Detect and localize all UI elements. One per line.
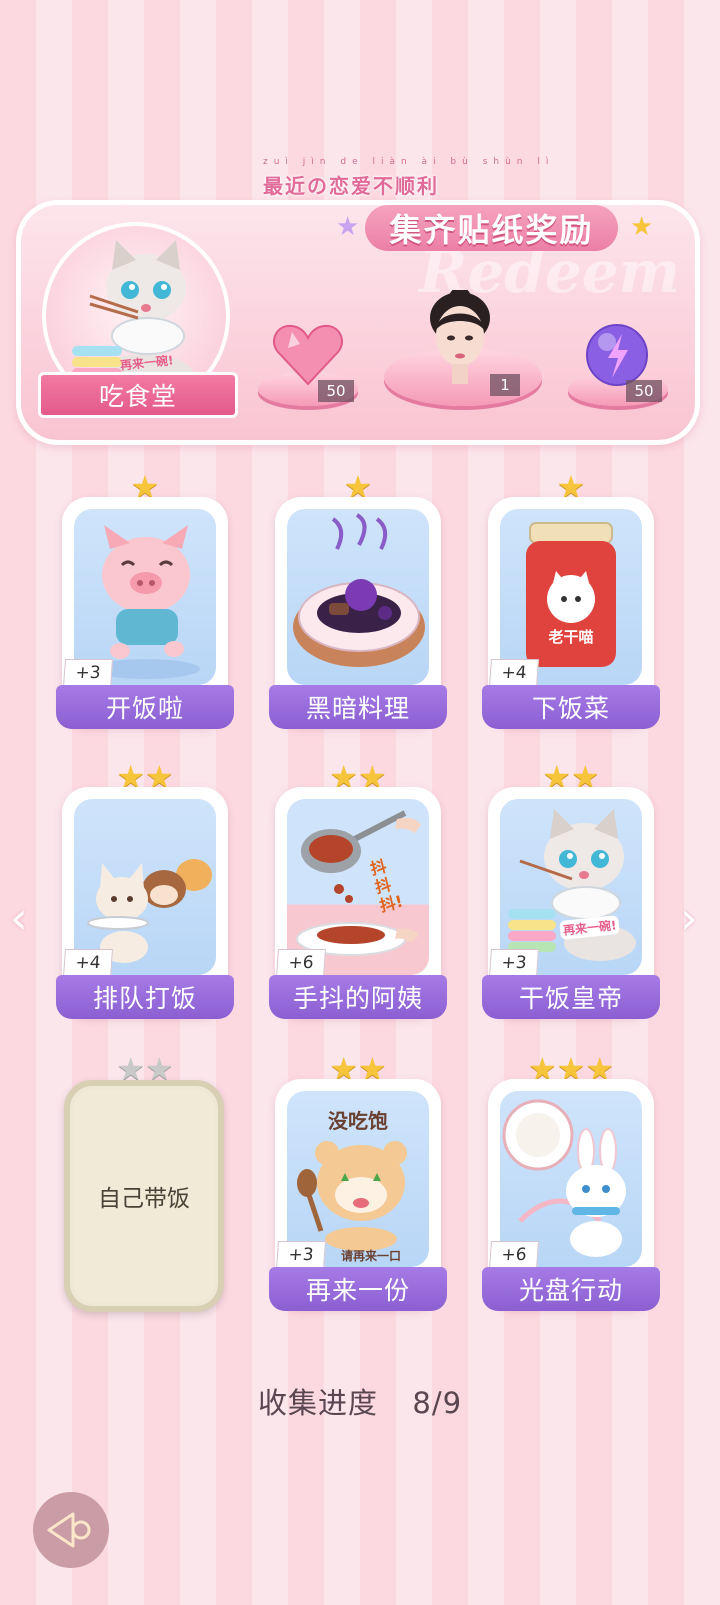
card-title: 光盘行动: [482, 1267, 660, 1311]
card-title: 下饭菜: [482, 685, 660, 729]
bonus-badge: +3: [276, 1241, 326, 1269]
back-arrow-icon: [47, 1512, 91, 1548]
bonus-badge: +3: [63, 659, 113, 687]
star-decoration-icon: ★: [630, 212, 654, 242]
title-pinyin: zuì jìn de liàn ài bù shùn lì: [263, 157, 555, 167]
bonus-badge: +4: [63, 949, 113, 977]
card-title: 干饭皇帝: [482, 975, 660, 1019]
art-caption: 没吃饱: [328, 1109, 388, 1133]
collection-name: 吃食堂: [38, 372, 238, 418]
card-title: 手抖的阿姨: [269, 975, 447, 1019]
previous-page-arrow-icon[interactable]: ‹: [10, 893, 28, 944]
sticker-card[interactable]: 抖抖抖! +6 手抖的阿姨: [269, 787, 447, 1019]
reward-title: 集齐贴纸奖励: [365, 205, 618, 251]
bonus-badge: +6: [276, 949, 326, 977]
sticker-card[interactable]: 老干喵 +4 下饭菜: [482, 497, 660, 729]
art-caption: 请再来一口: [340, 1249, 401, 1263]
card-art: [287, 509, 429, 685]
collection-subtitle: 最近の恋爱不顺利: [263, 174, 439, 198]
card-title: 开饭啦: [56, 685, 234, 729]
card-title: 再来一份: [269, 1267, 447, 1311]
reward-count: 50: [626, 380, 662, 402]
jar-label: 老干喵: [548, 628, 594, 646]
dark-cuisine-plate-icon: [293, 513, 425, 667]
collection-progress: 收集进度 8/9: [0, 1380, 720, 1422]
progress-label: 收集进度: [257, 1386, 378, 1420]
next-page-arrow-icon[interactable]: ›: [680, 893, 698, 944]
sticker-card[interactable]: +3 开饭啦: [56, 497, 234, 729]
sticker-card[interactable]: +6 光盘行动: [482, 1079, 660, 1311]
bonus-badge: +6: [489, 1241, 539, 1269]
reward-count: 1: [490, 374, 520, 396]
sticker-card[interactable]: 没吃饱 请再来一口 +3 再来一份: [269, 1079, 447, 1311]
progress-value: 8/9: [412, 1386, 463, 1420]
sticker-card[interactable]: 黑暗料理: [269, 497, 447, 729]
character-portrait[interactable]: [420, 287, 500, 389]
bonus-badge: +4: [489, 659, 539, 687]
back-button[interactable]: [33, 1492, 109, 1568]
bonus-badge: +3: [489, 949, 539, 977]
card-title: 自己带饭: [98, 1186, 190, 1212]
star-decoration-icon: ★: [336, 212, 360, 242]
card-title: 排队打饭: [56, 975, 234, 1019]
sticker-card[interactable]: +4 排队打饭: [56, 787, 234, 1019]
card-title: 黑暗料理: [269, 685, 447, 729]
reward-count: 50: [318, 380, 354, 402]
locked-sticker-card[interactable]: 自己带饭: [64, 1080, 224, 1312]
sticker-card[interactable]: 再来一碗! +3 干饭皇帝: [482, 787, 660, 1019]
